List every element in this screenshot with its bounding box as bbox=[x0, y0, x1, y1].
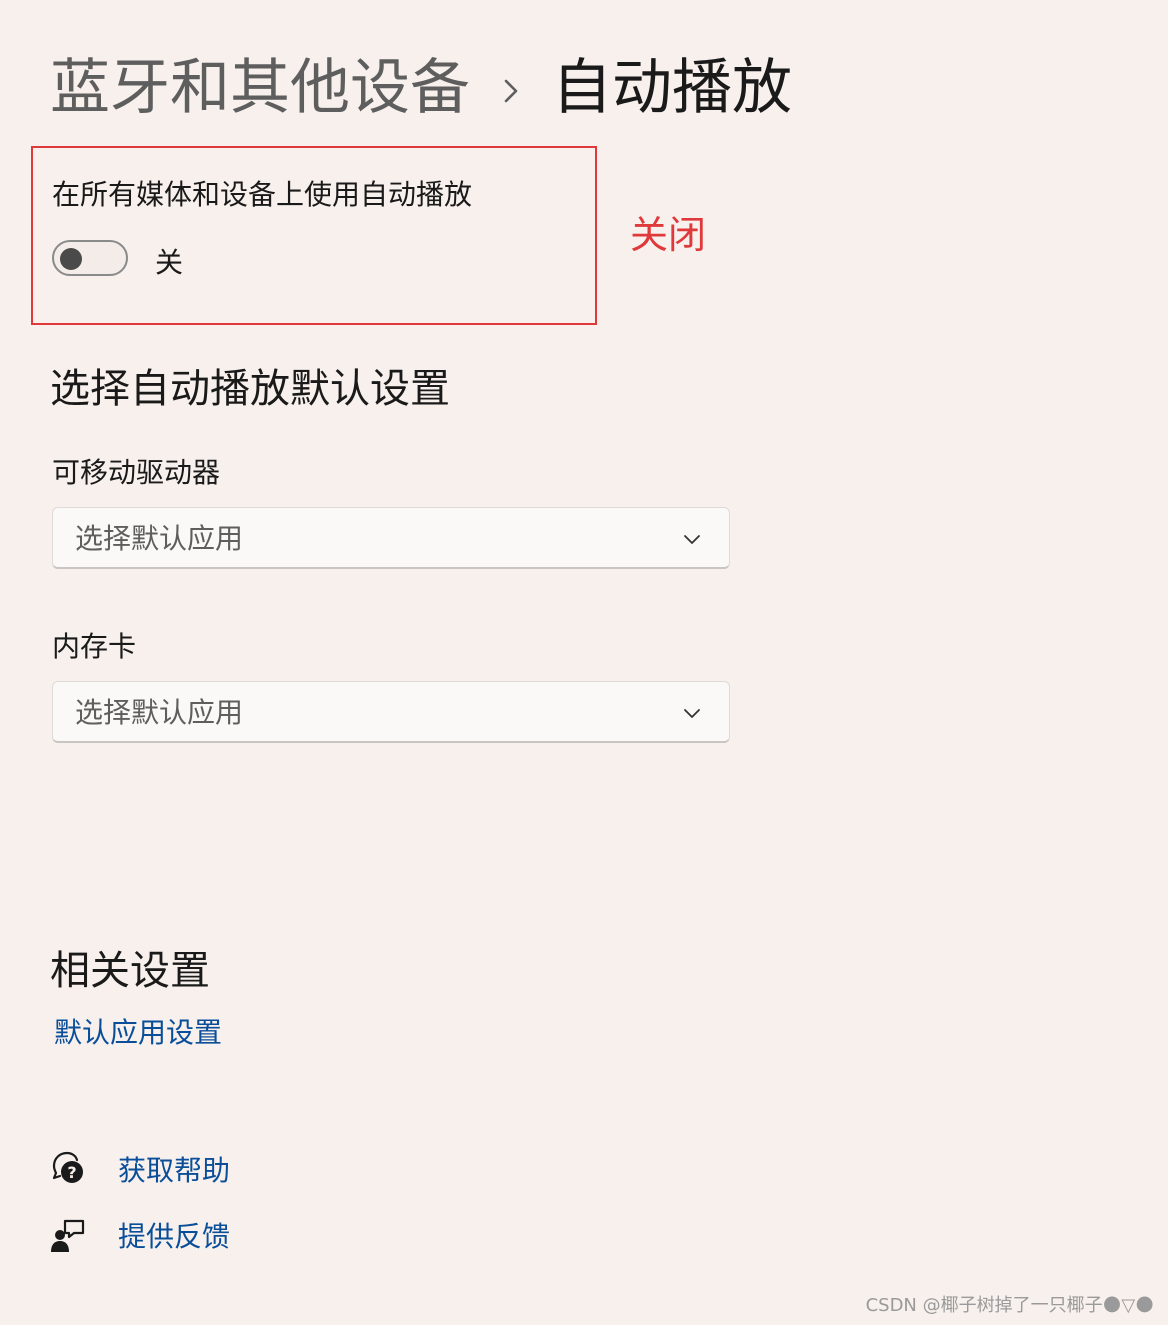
feedback-icon bbox=[51, 1219, 85, 1252]
toggle-state-text: 关 bbox=[155, 246, 184, 279]
memory-card-dropdown[interactable]: 选择默认应用 bbox=[52, 681, 730, 743]
chevron-right-icon bbox=[470, 50, 552, 126]
give-feedback-link[interactable]: 提供反馈 bbox=[118, 1218, 230, 1256]
page-title: 自动播放 bbox=[552, 53, 792, 123]
chevron-down-icon bbox=[684, 709, 700, 718]
memory-card-dropdown-value: 选择默认应用 bbox=[75, 696, 244, 729]
chevron-down-icon bbox=[684, 535, 700, 544]
defaults-section-title: 选择自动播放默认设置 bbox=[50, 366, 450, 412]
breadcrumb-parent-link[interactable]: 蓝牙和其他设备 bbox=[50, 50, 470, 126]
breadcrumb: 蓝牙和其他设备 自动播放 bbox=[50, 50, 792, 126]
annotation-text: 关闭 bbox=[630, 213, 707, 257]
removable-drive-dropdown-value: 选择默认应用 bbox=[75, 522, 244, 555]
get-help-link[interactable]: 获取帮助 bbox=[118, 1152, 230, 1190]
memory-card-label: 内存卡 bbox=[52, 630, 137, 663]
related-section-title: 相关设置 bbox=[50, 948, 210, 994]
svg-text:?: ? bbox=[67, 1163, 76, 1182]
help-chat-icon: ? bbox=[52, 1151, 83, 1183]
autoplay-toggle[interactable] bbox=[52, 240, 128, 276]
removable-drive-dropdown[interactable]: 选择默认应用 bbox=[52, 507, 730, 569]
toggle-knob bbox=[60, 248, 82, 270]
default-apps-settings-link[interactable]: 默认应用设置 bbox=[54, 1014, 222, 1052]
removable-drive-label: 可移动驱动器 bbox=[52, 456, 221, 489]
autoplay-setting-label: 在所有媒体和设备上使用自动播放 bbox=[52, 178, 473, 211]
highlight-annotation-box bbox=[31, 146, 597, 325]
watermark: CSDN @椰子树掉了一只椰子🌑▽🌑 bbox=[865, 1295, 1154, 1316]
